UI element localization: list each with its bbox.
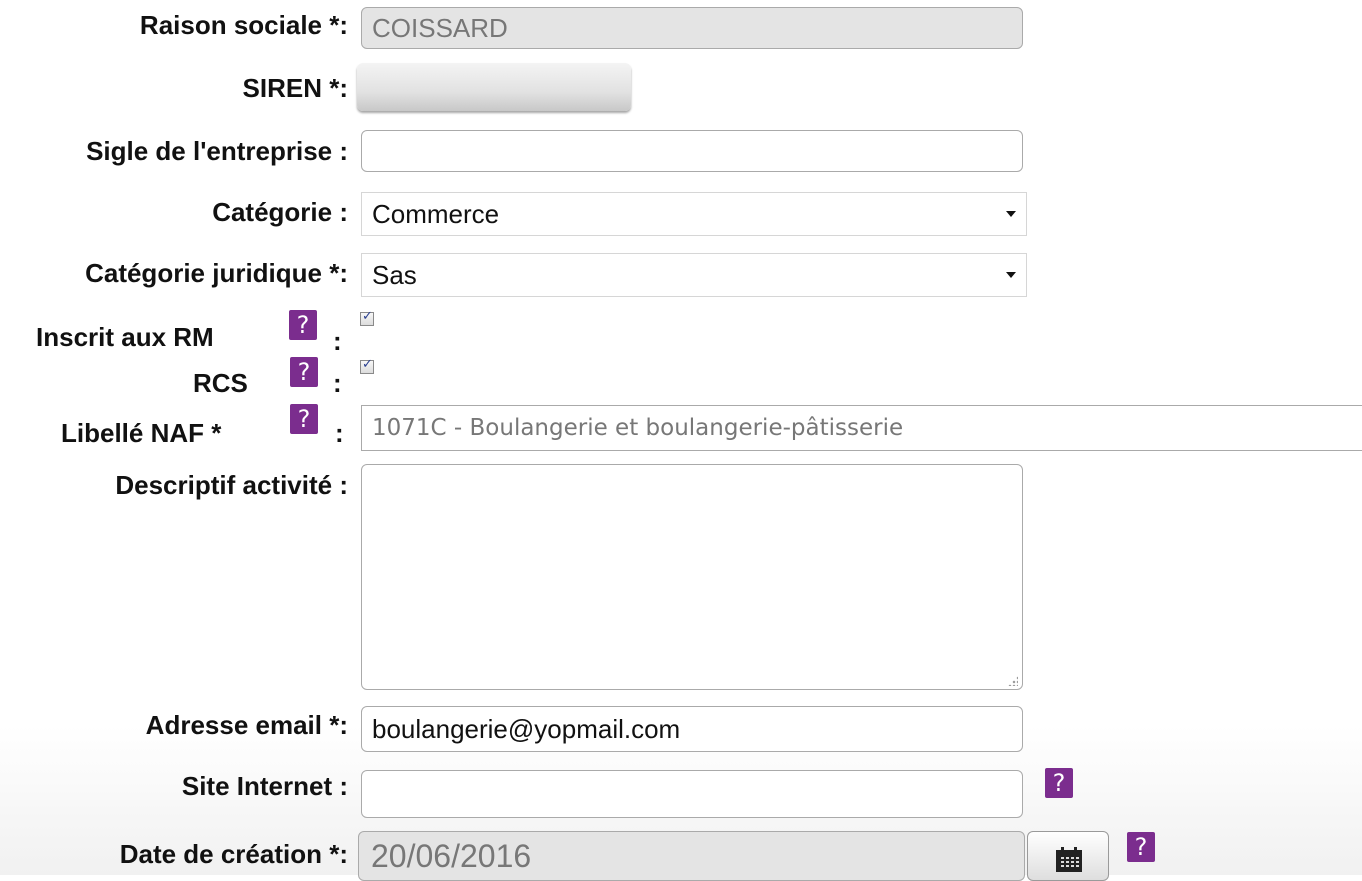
rcs-colon: : bbox=[333, 368, 342, 398]
libelle-naf-label: Libellé NAF * bbox=[61, 418, 222, 448]
help-question-icon[interactable]: ? bbox=[289, 310, 317, 340]
sigle-label: Sigle de l'entreprise : bbox=[86, 136, 348, 166]
descriptif-label: Descriptif activité : bbox=[115, 470, 348, 500]
raison-sociale-label: Raison sociale *: bbox=[139, 10, 348, 40]
siren-label: SIREN *: bbox=[242, 73, 348, 103]
chevron-down-icon bbox=[1006, 272, 1016, 278]
help-question-icon[interactable]: ? bbox=[290, 357, 318, 387]
inscrit-rm-checkbox[interactable]: ✓ bbox=[360, 309, 374, 326]
categorie-juridique-select[interactable]: Sas bbox=[361, 253, 1027, 297]
help-question-icon[interactable]: ? bbox=[1127, 832, 1155, 862]
check-icon: ✓ bbox=[362, 357, 373, 372]
siren-field[interactable] bbox=[357, 63, 631, 111]
inscrit-rm-label: Inscrit aux RM bbox=[36, 322, 214, 352]
check-icon: ✓ bbox=[362, 309, 373, 324]
categorie-juridique-selected-value: Sas bbox=[372, 259, 417, 290]
chevron-down-icon bbox=[1006, 211, 1016, 217]
help-question-icon[interactable]: ? bbox=[290, 404, 318, 434]
calendar-button[interactable] bbox=[1027, 831, 1109, 881]
email-input[interactable]: boulangerie@yopmail.com bbox=[361, 706, 1023, 752]
categorie-select[interactable]: Commerce bbox=[361, 192, 1027, 236]
date-creation-field[interactable]: 20/06/2016 bbox=[358, 831, 1025, 881]
resize-handle-icon[interactable] bbox=[1008, 676, 1018, 686]
help-question-icon[interactable]: ? bbox=[1045, 768, 1073, 798]
libelle-naf-field[interactable]: 1071C - Boulangerie et boulangerie-pâtis… bbox=[361, 405, 1362, 451]
inscrit-rm-colon: : bbox=[333, 326, 342, 356]
rcs-label: RCS bbox=[193, 368, 248, 398]
libelle-naf-colon: : bbox=[335, 418, 344, 448]
categorie-juridique-label: Catégorie juridique *: bbox=[85, 258, 348, 288]
raison-sociale-field[interactable]: COISSARD bbox=[361, 7, 1023, 49]
date-creation-label: Date de création *: bbox=[119, 839, 348, 869]
rcs-checkbox[interactable]: ✓ bbox=[360, 357, 374, 374]
categorie-selected-value: Commerce bbox=[372, 198, 500, 229]
site-internet-input[interactable] bbox=[361, 770, 1023, 818]
site-internet-label: Site Internet : bbox=[181, 771, 348, 801]
descriptif-textarea[interactable] bbox=[361, 464, 1023, 690]
email-label: Adresse email *: bbox=[145, 710, 348, 740]
calendar-icon bbox=[1056, 847, 1082, 872]
sigle-input[interactable] bbox=[361, 130, 1023, 172]
categorie-label: Catégorie : bbox=[212, 197, 348, 227]
